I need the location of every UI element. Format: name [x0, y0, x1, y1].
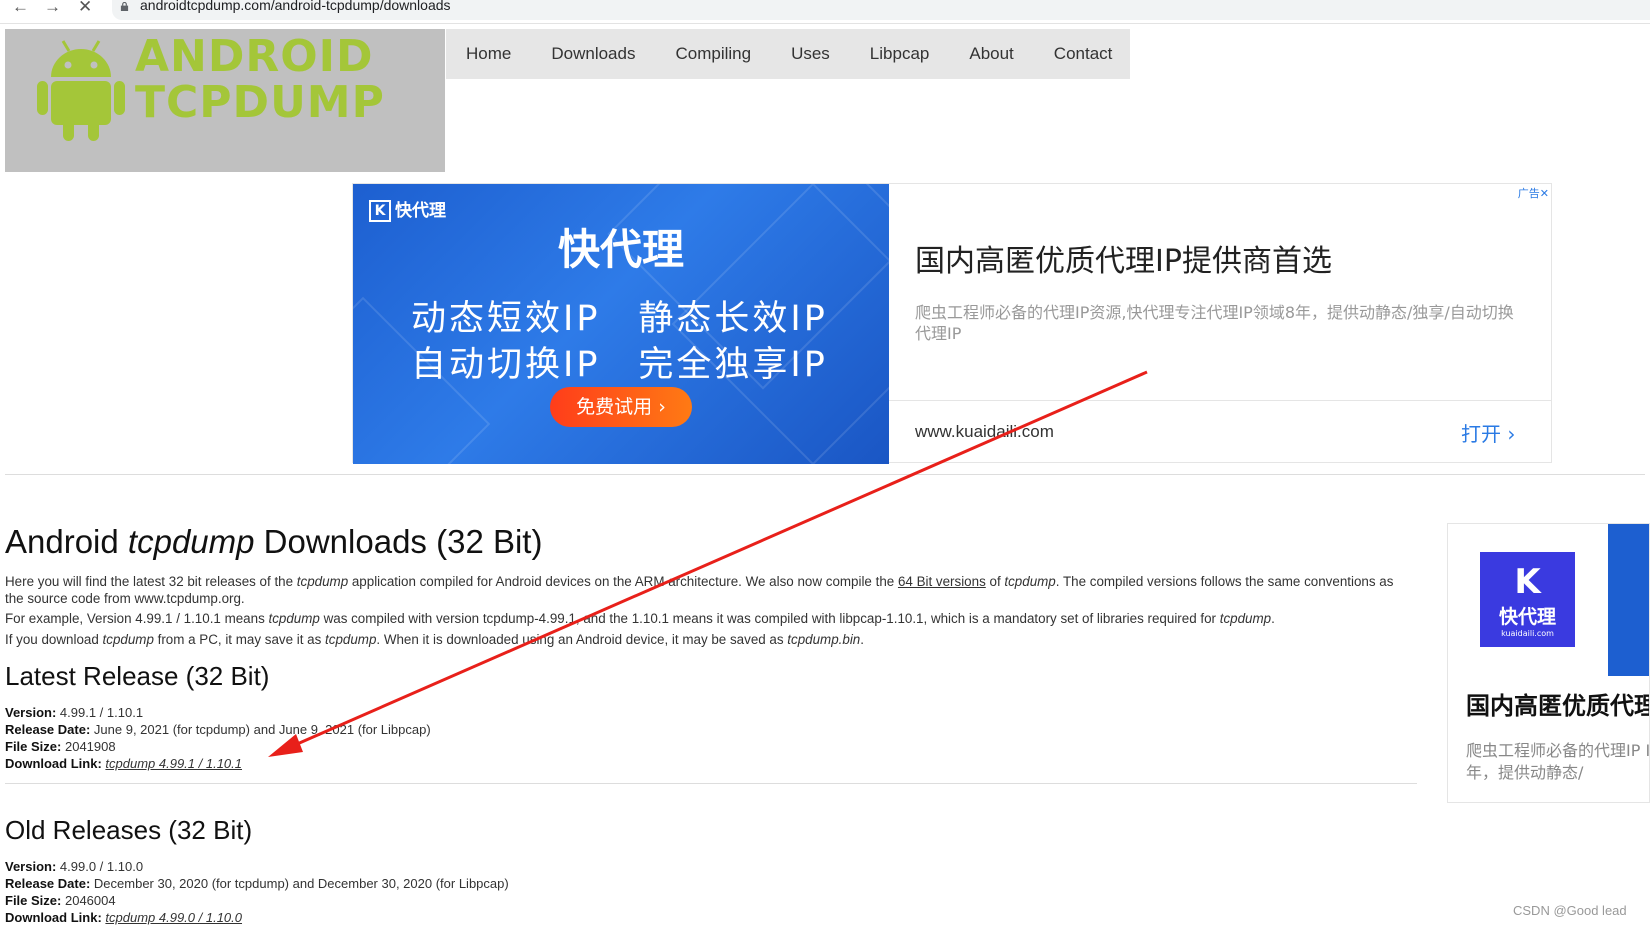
- old-link-row: Download Link: tcpdump 4.99.0 / 1.10.0: [5, 909, 1400, 926]
- browser-toolbar: ← → ✕ androidtcpdump.com/android-tcpdump…: [0, 0, 1650, 24]
- intro-text: Here you will find the latest 32 bit rel…: [5, 574, 297, 589]
- ad-free-trial-button[interactable]: 免费试用 ›: [550, 387, 692, 427]
- ad-close-badge[interactable]: 广告✕: [1518, 185, 1549, 201]
- ad-line-1: 动态短效IP 静态长效IP: [411, 299, 828, 339]
- old-size: 2046004: [64, 893, 116, 908]
- back-arrow-icon[interactable]: ←: [12, 0, 29, 15]
- forward-arrow-icon[interactable]: →: [44, 0, 61, 15]
- sidebar-ad-k-icon: K: [1514, 562, 1541, 602]
- intro-text: .: [860, 631, 864, 647]
- page-title: Android tcpdump Downloads (32 Bit): [5, 522, 1400, 562]
- latest-release-details: Version: 4.99.1 / 1.10.1 Release Date: J…: [5, 704, 1400, 772]
- label: Version:: [5, 859, 57, 874]
- watermark: CSDN @Good lead: [1513, 903, 1627, 918]
- sidebar-ad-title[interactable]: 国内高匿优质代理: [1466, 686, 1649, 721]
- sidebar-ad-description: 爬虫工程师必备的代理IP IP领域8年，提供动静态/: [1466, 741, 1650, 782]
- address-bar[interactable]: androidtcpdump.com/android-tcpdump/downl…: [112, 0, 1650, 20]
- logo-text-android: ANDROID: [135, 31, 374, 82]
- label: File Size:: [5, 739, 62, 754]
- latest-link-row: Download Link: tcpdump 4.99.1 / 1.10.1: [5, 755, 1400, 772]
- label: Release Date:: [5, 876, 91, 891]
- label: Download Link:: [5, 910, 102, 925]
- latest-version-row: Version: 4.99.1 / 1.10.1: [5, 704, 1400, 721]
- label: File Size:: [5, 893, 62, 908]
- nav-about[interactable]: About: [949, 29, 1033, 79]
- intro-em: tcpdump: [1004, 574, 1056, 589]
- old-releases-heading: Old Releases (32 Bit): [5, 815, 253, 845]
- lock-icon: [120, 2, 129, 11]
- intro-text: application compiled for Android devices…: [348, 574, 898, 589]
- intro-em: tcpdump: [102, 631, 154, 647]
- ad-domain[interactable]: www.kuaidaili.com: [915, 422, 1054, 442]
- label: Download Link:: [5, 756, 102, 771]
- intro-text: . When it is downloaded using an Android…: [376, 631, 788, 647]
- ad-line-2: 自动切换IP 完全独享IP: [411, 345, 828, 385]
- section-divider: [5, 474, 1645, 475]
- sidebar-ad-logo: K 快代理 kuaidaili.com: [1480, 552, 1575, 647]
- label: Release Date:: [5, 722, 91, 737]
- old-size-row: File Size: 2046004: [5, 892, 1400, 909]
- nav-home[interactable]: Home: [446, 29, 531, 79]
- site-logo[interactable]: ANDROID TCPDUMP: [5, 29, 445, 172]
- ad-description: 爬虫工程师必备的代理IP资源,快代理专注代理IP领域8年，提供动静态/独享/自动…: [915, 303, 1514, 343]
- nav-uses[interactable]: Uses: [771, 29, 850, 79]
- intro-em: tcpdump: [325, 631, 377, 647]
- nav-compiling[interactable]: Compiling: [655, 29, 771, 79]
- logo-text-tcpdump: TCPDUMP: [135, 77, 385, 128]
- old-release-details: Version: 4.99.0 / 1.10.0 Release Date: D…: [5, 858, 1400, 926]
- label: Version:: [5, 705, 57, 720]
- nav-downloads[interactable]: Downloads: [531, 29, 655, 79]
- ad-banner[interactable]: K 快代理 快代理 动态短效IP 静态长效IP 自动切换IP 完全独享IP 免费试…: [352, 183, 1552, 464]
- intro-paragraph-1: Here you will find the latest 32 bit rel…: [5, 574, 1400, 607]
- old-version-row: Version: 4.99.0 / 1.10.0: [5, 858, 1400, 875]
- old-date: December 30, 2020 (for tcpdump) and Dece…: [93, 876, 509, 891]
- intro-text: .: [1271, 611, 1275, 626]
- page-title-pre: Android: [5, 523, 128, 560]
- latest-size-row: File Size: 2041908: [5, 738, 1400, 755]
- latest-download-link[interactable]: tcpdump 4.99.1 / 1.10.1: [105, 756, 242, 771]
- latest-date-row: Release Date: June 9, 2021 (for tcpdump)…: [5, 721, 1400, 738]
- latest-version: 4.99.1 / 1.10.1: [59, 705, 144, 720]
- intro-paragraph-2: For example, Version 4.99.1 / 1.10.1 mea…: [5, 611, 1400, 628]
- intro-text: of: [985, 574, 1005, 589]
- 64-bit-versions-link[interactable]: 64 Bit versions: [898, 574, 986, 589]
- android-robot-icon: [37, 40, 125, 141]
- sidebar-ad[interactable]: K 快代理 kuaidaili.com 国内高匿优质代理 爬虫工程师必备的代理I…: [1447, 523, 1650, 803]
- intro-em: tcpdump: [296, 574, 349, 589]
- intro-paragraph-3: If you download tcpdump from a PC, it ma…: [5, 632, 1400, 649]
- ad-open-button[interactable]: 打开 ›: [1461, 418, 1515, 447]
- nav-contact[interactable]: Contact: [1034, 29, 1133, 79]
- page-title-em: tcpdump: [127, 523, 255, 560]
- intro-text: For example, Version 4.99.1 / 1.10.1 mea…: [5, 611, 269, 626]
- old-version: 4.99.0 / 1.10.0: [59, 859, 144, 874]
- intro-text: from a PC, it may save it as: [153, 631, 326, 647]
- latest-size: 2041908: [64, 739, 116, 754]
- ad-banner-image[interactable]: K 快代理 快代理 动态短效IP 静态长效IP 自动切换IP 完全独享IP 免费试…: [353, 184, 889, 464]
- ad-title[interactable]: 国内高匿优质代理IP提供商首选: [915, 236, 1332, 280]
- sidebar-ad-domain: kuaidaili.com: [1501, 629, 1554, 638]
- release-divider: [5, 783, 1417, 784]
- url-text: androidtcpdump.com/android-tcpdump/downl…: [140, 0, 451, 13]
- intro-em: tcpdump: [268, 611, 320, 626]
- intro-text: If you download: [5, 631, 103, 647]
- old-download-link[interactable]: tcpdump 4.99.0 / 1.10.0: [105, 910, 242, 925]
- ad-hero-text: 快代理: [557, 225, 684, 274]
- ad-divider: [889, 400, 1551, 401]
- intro-em: tcpdump: [1219, 611, 1272, 626]
- stop-loading-icon[interactable]: ✕: [78, 0, 92, 15]
- sidebar-ad-brand: 快代理: [1498, 606, 1556, 628]
- nav-libpcap[interactable]: Libpcap: [850, 29, 950, 79]
- main-nav: Home Downloads Compiling Uses Libpcap Ab…: [446, 29, 1130, 79]
- intro-em: tcpdump.bin: [787, 631, 861, 647]
- latest-release-heading: Latest Release (32 Bit): [5, 661, 270, 691]
- sidebar-ad-image: [1608, 524, 1649, 676]
- main-content: Android tcpdump Downloads (32 Bit) Here …: [5, 522, 1417, 926]
- old-date-row: Release Date: December 30, 2020 (for tcp…: [5, 875, 1400, 892]
- latest-date: June 9, 2021 (for tcpdump) and June 9, 2…: [93, 722, 431, 737]
- intro-text: was compiled with version tcpdump-4.99.1…: [319, 611, 1220, 626]
- page-title-post: Downloads (32 Bit): [254, 523, 543, 560]
